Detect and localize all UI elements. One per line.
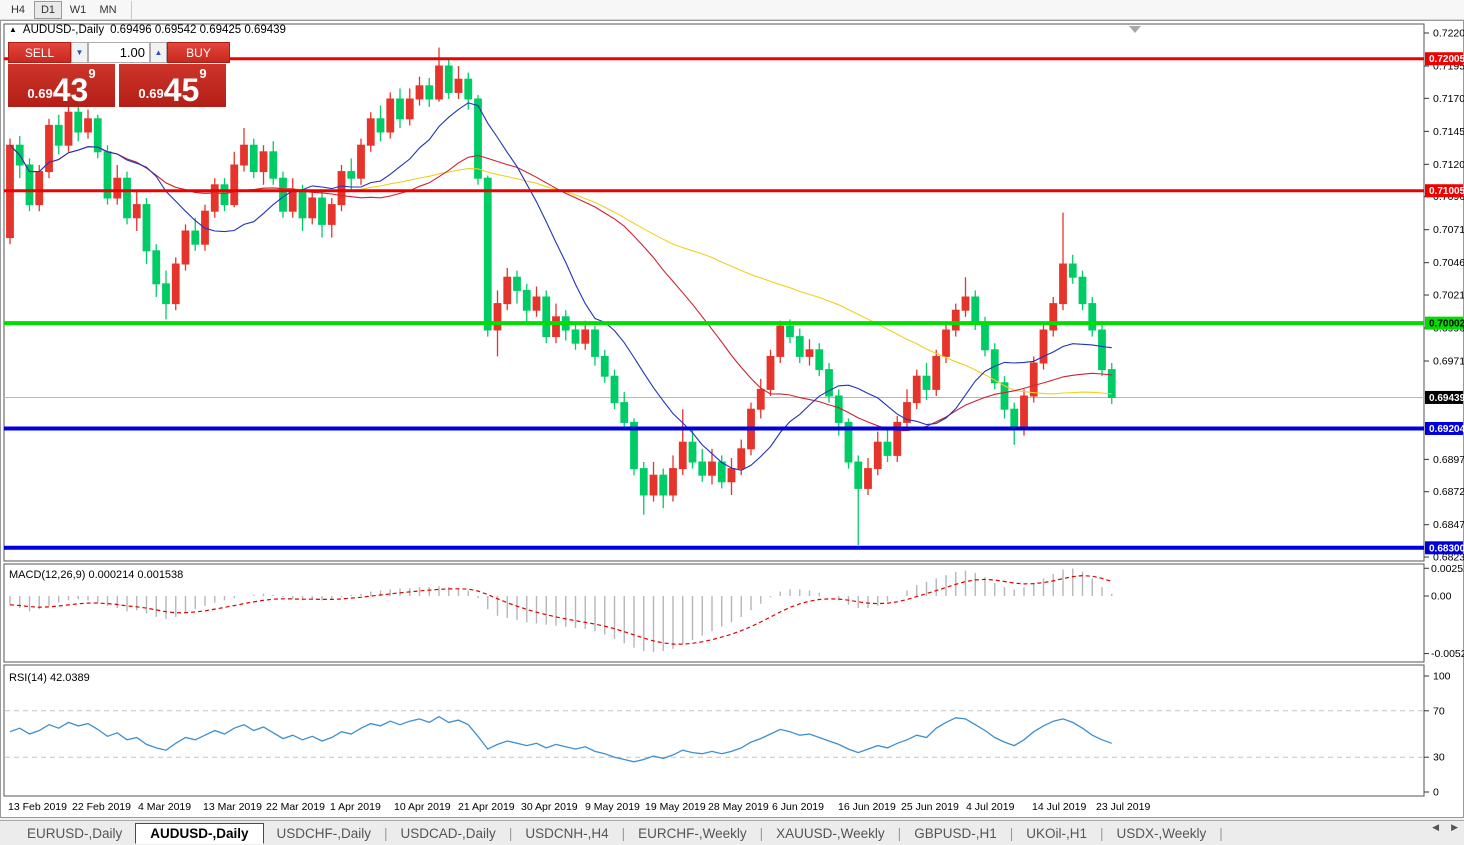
sell-button[interactable]: SELL: [8, 42, 71, 63]
timeframe-toolbar: H4D1W1MN: [0, 0, 1464, 20]
macd-tick-label: -0.005234: [1431, 648, 1464, 660]
price-tick-label: 0.70710: [1433, 224, 1464, 236]
date-label: 9 May 2019: [585, 801, 640, 813]
date-label: 1 Apr 2019: [330, 801, 381, 813]
volume-increase-button[interactable]: ▲: [150, 42, 167, 63]
tab-eurusd-daily[interactable]: EURUSD-,Daily: [14, 824, 135, 843]
buy-price-pipette: 9: [199, 66, 206, 81]
chart-tab-bar: EURUSD-,DailyAUDUSD-,DailyUSDCHF-,Daily |…: [0, 820, 1464, 845]
macd-indicator-label: MACD(12,26,9) 0.000214 0.001538: [9, 569, 183, 581]
rsi-pane: [4, 665, 1424, 796]
price-badge-label: 0.71005: [1429, 186, 1464, 197]
chart-symbol: AUDUSD-,Daily: [23, 24, 104, 36]
rsi-indicator-label: RSI(14) 42.0389: [9, 672, 90, 684]
timeframe-button-h4[interactable]: H4: [4, 1, 32, 19]
rsi-tick-label: 0: [1433, 787, 1439, 799]
chart-ohlc-values: 0.69496 0.69542 0.69425 0.69439: [110, 24, 286, 36]
date-label: 25 Jun 2019: [901, 801, 959, 813]
tab-scroll-right-icon[interactable]: ▶: [1451, 822, 1458, 833]
price-chart-canvas[interactable]: 0.722000.719500.717050.714550.712050.709…: [0, 20, 1464, 818]
timeframe-button-d1[interactable]: D1: [34, 1, 62, 19]
collapse-triangle-icon[interactable]: ▲: [9, 26, 17, 34]
rsi-tick-label: 100: [1433, 671, 1451, 683]
price-badge-label: 0.69204: [1429, 424, 1464, 435]
sell-price-big: 43: [53, 77, 89, 104]
price-tick-label: 0.70460: [1433, 257, 1464, 269]
price-tick-label: 0.68475: [1433, 519, 1464, 531]
tab-eurchf-weekly[interactable]: EURCHF-,Weekly: [625, 824, 760, 843]
date-label: 23 Jul 2019: [1096, 801, 1150, 813]
date-label: 4 Jul 2019: [966, 801, 1015, 813]
one-click-trading-panel: SELL ▼ ▲ BUY 0.69439 0.69459: [8, 42, 230, 107]
date-label: 16 Jun 2019: [838, 801, 896, 813]
sell-price-display[interactable]: 0.69439: [8, 64, 115, 107]
sell-price-prefix: 0.69: [27, 86, 52, 101]
price-tick-label: 0.68725: [1433, 486, 1464, 498]
buy-price-display[interactable]: 0.69459: [119, 64, 226, 107]
price-tick-label: 0.68970: [1433, 454, 1464, 466]
date-label: 13 Mar 2019: [203, 801, 262, 813]
tab-scroll-left-icon[interactable]: ◀: [1432, 822, 1439, 833]
macd-tick-label: 0.002522: [1431, 563, 1464, 575]
macd-pane: [4, 564, 1424, 662]
price-tick-label: 0.71705: [1433, 93, 1464, 105]
buy-price-big: 45: [164, 77, 200, 104]
price-tick-label: 0.70215: [1433, 290, 1464, 302]
buy-price-prefix: 0.69: [138, 86, 163, 101]
date-label: 4 Mar 2019: [138, 801, 191, 813]
rsi-tick-label: 30: [1433, 752, 1445, 764]
tab-xauusd-weekly[interactable]: XAUUSD-,Weekly: [763, 824, 898, 843]
toolbar-separator: [131, 1, 132, 19]
timeframe-button-mn[interactable]: MN: [94, 1, 122, 19]
date-label: 13 Feb 2019: [8, 801, 67, 813]
volume-input[interactable]: [88, 42, 150, 63]
price-badge-label: 0.72005: [1429, 54, 1464, 65]
date-label: 6 Jun 2019: [772, 801, 824, 813]
price-tick-label: 0.69715: [1433, 356, 1464, 368]
buy-button[interactable]: BUY: [167, 42, 230, 63]
date-label: 21 Apr 2019: [458, 801, 515, 813]
price-badge-label: 0.70002: [1429, 319, 1464, 330]
rsi-tick-label: 70: [1433, 705, 1445, 717]
chart-title: ▲ AUDUSD-,Daily 0.69496 0.69542 0.69425 …: [9, 24, 286, 36]
timeframe-button-w1[interactable]: W1: [64, 1, 92, 19]
date-label: 14 Jul 2019: [1032, 801, 1086, 813]
price-badge-label: 0.69439: [1429, 393, 1464, 404]
volume-decrease-button[interactable]: ▼: [71, 42, 88, 63]
date-label: 30 Apr 2019: [521, 801, 578, 813]
date-label: 19 May 2019: [645, 801, 706, 813]
tab-usdchf-daily[interactable]: USDCHF-,Daily: [264, 824, 385, 843]
date-label: 10 Apr 2019: [394, 801, 451, 813]
price-tick-label: 0.71205: [1433, 159, 1464, 171]
tab-ukoil-h1[interactable]: UKOil-,H1: [1013, 824, 1100, 843]
tab-usdx-weekly[interactable]: USDX-,Weekly: [1104, 824, 1220, 843]
date-label: 22 Feb 2019: [72, 801, 131, 813]
price-tick-label: 0.71455: [1433, 126, 1464, 138]
date-label: 28 May 2019: [708, 801, 769, 813]
sell-price-pipette: 9: [88, 66, 95, 81]
macd-tick-label: 0.00: [1431, 591, 1452, 603]
tab-scroll-arrows: ◀ ▶: [1432, 822, 1458, 833]
price-badge-label: 0.68300: [1429, 543, 1464, 554]
date-label: 22 Mar 2019: [266, 801, 325, 813]
tab-usdcnh-h4[interactable]: USDCNH-,H4: [512, 824, 621, 843]
tab-audusd-daily[interactable]: AUDUSD-,Daily: [135, 823, 263, 844]
tab-gbpusd-h1[interactable]: GBPUSD-,H1: [901, 824, 1010, 843]
price-tick-label: 0.72200: [1433, 28, 1464, 40]
tab-usdcad-daily[interactable]: USDCAD-,Daily: [388, 824, 509, 843]
tab-separator: |: [1219, 826, 1223, 841]
